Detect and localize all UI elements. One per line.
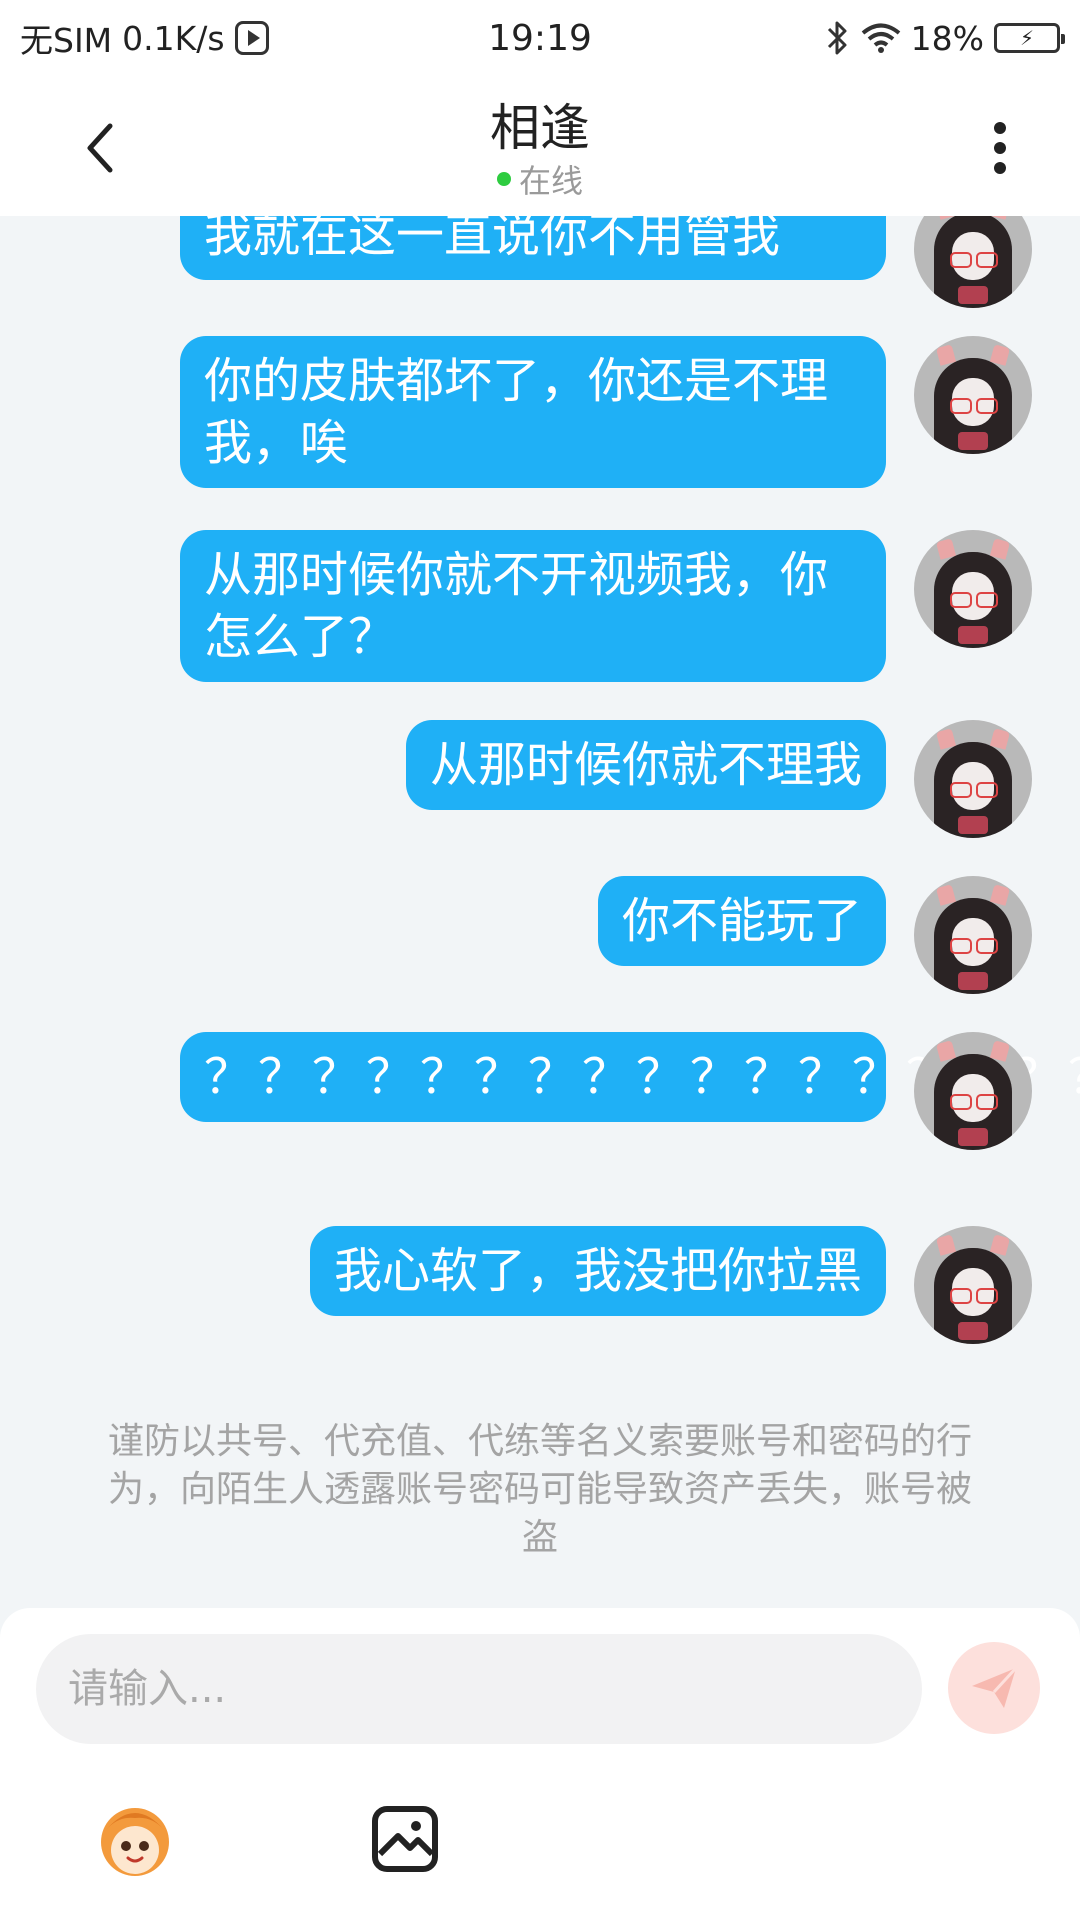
more-button[interactable] <box>960 108 1040 188</box>
more-icon <box>994 122 1006 174</box>
bluetooth-icon <box>827 21 847 55</box>
contact-name: 相逢 <box>490 99 590 157</box>
message-row: 你的皮肤都坏了，你还是不理我，唉 <box>180 336 1032 488</box>
message-bubble[interactable]: 你的皮肤都坏了，你还是不理我，唉 <box>180 336 886 488</box>
carrier-label: 无SIM <box>20 21 113 60</box>
battery-percent: 18% <box>910 18 984 58</box>
network-speed: 0.1K/s <box>122 18 225 58</box>
send-button[interactable] <box>948 1642 1040 1734</box>
message-bubble[interactable]: 你不能玩了 <box>597 876 886 966</box>
message-bubble[interactable]: 我心软了，我没把你拉黑 <box>309 1226 886 1316</box>
battery-icon: ⚡ <box>994 23 1065 53</box>
status-right: 18% ⚡ <box>823 18 1065 58</box>
security-notice: 谨防以共号、代充值、代练等名义索要账号和密码的行为，向陌生人透露账号密码可能导致… <box>107 1421 972 1558</box>
send-icon <box>972 1666 1018 1708</box>
avatar[interactable] <box>914 1226 1032 1344</box>
message-row: 我心软了，我没把你拉黑 <box>309 1226 1032 1344</box>
avatar[interactable] <box>914 720 1032 838</box>
message-bubble[interactable]: 我就在这一直说你不用管我 <box>180 216 886 280</box>
avatar[interactable] <box>914 876 1032 994</box>
avatar[interactable] <box>914 336 1032 454</box>
image-icon <box>372 1806 438 1872</box>
emoji-icon <box>101 1808 169 1876</box>
avatar[interactable] <box>914 530 1032 648</box>
chat-header: 相逢 在线 <box>0 76 1080 216</box>
message-bubble[interactable]: 从那时候你就不理我 <box>405 720 886 810</box>
status-bar: 无SIM 0.1K/s 19:19 18% ⚡ <box>0 0 1080 76</box>
online-dot <box>496 172 511 186</box>
wifi-icon <box>861 23 900 53</box>
message-input[interactable] <box>36 1634 922 1744</box>
message-row: 你不能玩了 <box>597 876 1032 994</box>
online-label: 在线 <box>518 162 583 200</box>
message-row: 从那时候你就不开视频我，你怎么了？ <box>180 530 1032 682</box>
play-icon <box>234 21 269 55</box>
avatar[interactable] <box>914 216 1032 308</box>
image-button[interactable] <box>360 1794 450 1884</box>
emoji-button[interactable] <box>90 1794 180 1884</box>
avatar[interactable] <box>914 1032 1032 1150</box>
message-list[interactable]: 我就在这一直说你不用管我 你的皮肤都坏了，你还是不理我，唉 从那时候你就不开视频… <box>0 216 1080 1608</box>
status-left: 无SIM 0.1K/s <box>20 14 269 62</box>
message-row: ？？？？？？？？？？？？？？？？？？？？？？ <box>180 1032 1080 1150</box>
message-row: 从那时候你就不理我 <box>405 720 1032 838</box>
message-bubble[interactable]: 从那时候你就不开视频我，你怎么了？ <box>180 530 886 682</box>
message-row: 我就在这一直说你不用管我 <box>180 216 1032 308</box>
composer <box>0 1608 1080 1920</box>
message-bubble[interactable]: ？？？？？？？？？？？？？？？？？？？？？？ <box>180 1032 1080 1122</box>
online-status: 在线 <box>0 156 1080 202</box>
